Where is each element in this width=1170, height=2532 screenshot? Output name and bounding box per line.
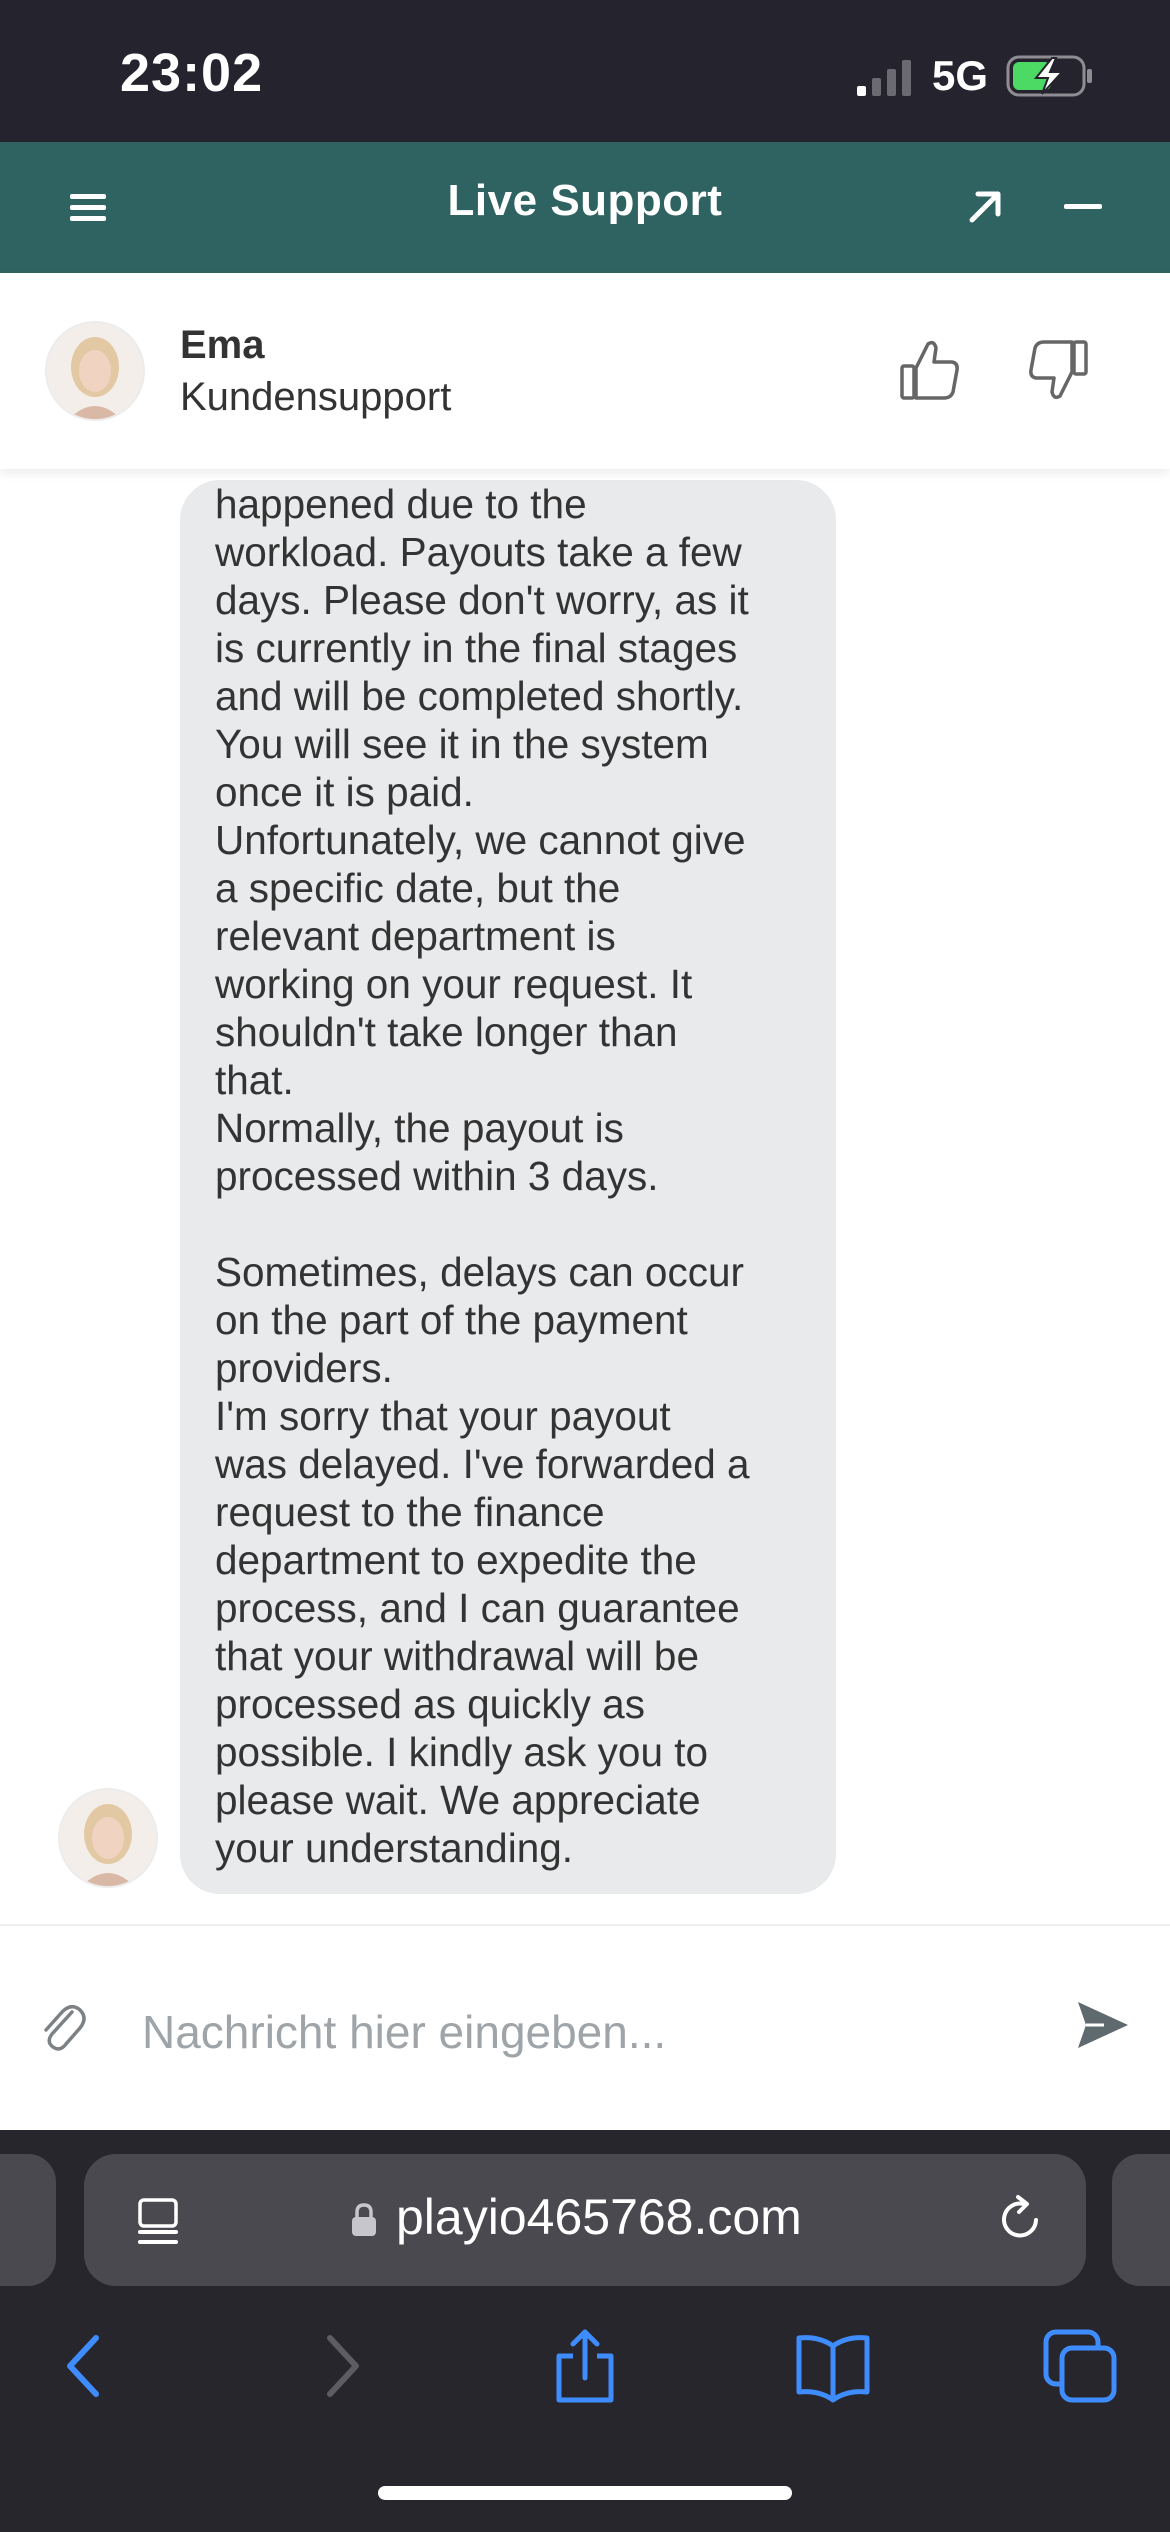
reload-icon[interactable] <box>994 2194 1048 2248</box>
status-time: 23:02 <box>120 43 264 103</box>
message-text: happened due to the workload. Payouts ta… <box>215 481 750 1871</box>
chat-messages[interactable]: happened due to the workload. Payouts ta… <box>0 469 1170 1924</box>
agent-name: Ema <box>180 323 265 367</box>
agent-role: Kundensupport <box>180 375 452 419</box>
paperclip-icon[interactable] <box>36 1998 86 2054</box>
tabs-icon[interactable] <box>1040 2326 1120 2406</box>
url-text: playio465768.com <box>396 2189 802 2245</box>
message-input[interactable] <box>140 1986 1044 2078</box>
browser-chrome: playio465768.com <box>0 2130 1170 2532</box>
agent-message-bubble: happened due to the workload. Payouts ta… <box>180 480 836 1894</box>
thumbs-up-icon[interactable] <box>898 336 962 404</box>
status-bar: 23:02 5G <box>0 0 1170 142</box>
page-menu-icon[interactable] <box>134 2196 182 2248</box>
send-icon[interactable] <box>1074 1996 1132 2054</box>
address-bar[interactable]: playio465768.com <box>84 2154 1086 2286</box>
chat-header: Live Support <box>0 142 1170 273</box>
home-indicator[interactable] <box>378 2486 792 2500</box>
message-composer <box>0 1924 1170 2130</box>
next-tab-preview[interactable] <box>1112 2154 1170 2286</box>
popout-arrow-icon[interactable] <box>960 182 1010 232</box>
previous-tab-preview[interactable] <box>0 2154 56 2286</box>
bookmarks-icon[interactable] <box>793 2326 873 2406</box>
share-icon[interactable] <box>545 2326 625 2406</box>
minimize-icon[interactable] <box>1058 182 1108 232</box>
forward-icon[interactable] <box>300 2326 380 2406</box>
lock-icon <box>352 2203 376 2236</box>
agent-info-bar: Ema Kundensupport <box>0 273 1170 469</box>
message-avatar <box>60 1790 156 1886</box>
thumbs-down-icon[interactable] <box>1026 336 1090 404</box>
back-icon[interactable] <box>46 2326 126 2406</box>
battery-charging-icon <box>1006 55 1092 97</box>
cellular-signal-icon <box>857 60 911 96</box>
agent-avatar <box>47 323 143 419</box>
network-type: 5G <box>932 52 989 99</box>
